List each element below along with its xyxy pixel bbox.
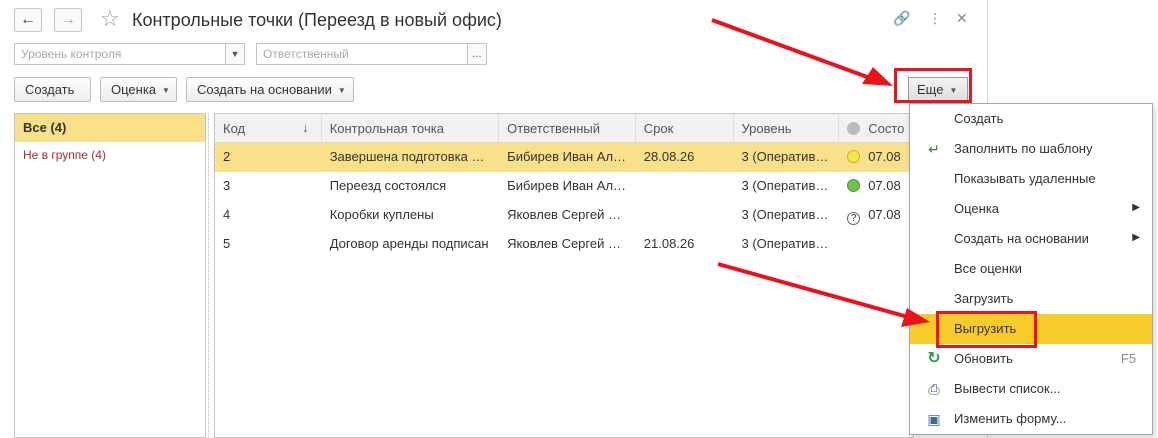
menu-item-label: Вывести список... — [954, 381, 1061, 396]
menu-item-label: Обновить — [954, 351, 1013, 366]
more-vert-icon[interactable]: ⋮ — [928, 10, 942, 27]
menu-item-create-based-on[interactable]: Создать на основании ▶ — [910, 224, 1152, 254]
printer-icon: ⎙ — [928, 381, 940, 397]
column-header-state[interactable]: Состо — [839, 114, 913, 143]
forward-button[interactable]: → — [54, 8, 82, 32]
caret-down-icon: ▼ — [337, 86, 346, 96]
level-filter-input[interactable]: Уровень контроля — [14, 43, 226, 65]
create-based-on-button[interactable]: Создать на основании ▼ — [186, 77, 354, 102]
cell-point: Договор аренды подписан — [329, 236, 489, 251]
menu-item-fill-template[interactable]: ↵ Заполнить по шаблону — [910, 134, 1152, 164]
column-label: Код — [223, 121, 246, 136]
column-header-point[interactable]: Контрольная точка — [322, 114, 500, 143]
submenu-arrow-icon: ▶ — [1132, 232, 1140, 243]
cell-state — [839, 230, 913, 259]
cell-deadline — [636, 172, 734, 201]
cell-responsible: Яковлев Сергей … — [507, 236, 621, 251]
status-yellow-icon — [847, 150, 861, 163]
state-date: 07.08 — [868, 207, 901, 222]
menu-item-create[interactable]: Создать — [910, 104, 1152, 134]
cell-code: 5 — [223, 236, 231, 251]
page-title: Контрольные точки (Переезд в новый офис) — [132, 10, 502, 30]
rating-button[interactable]: Оценка ▼ — [100, 77, 177, 102]
table-row[interactable]: 4 Коробки куплены Яковлев Сергей … 3 (Оп… — [215, 201, 913, 230]
column-header-code[interactable]: Код ↓ — [215, 114, 322, 143]
create-button[interactable]: Создать — [14, 77, 91, 102]
refresh-icon: ↻ — [927, 350, 941, 367]
cell-level: 3 (Оператив… — [741, 149, 829, 164]
menu-item-label: Заполнить по шаблону — [954, 141, 1093, 156]
sort-arrow-down-icon: ↓ — [302, 120, 309, 135]
menu-item-import[interactable]: Загрузить — [910, 284, 1152, 314]
column-header-responsible[interactable]: Ответственный — [499, 114, 636, 143]
caret-down-icon: ▼ — [162, 86, 170, 96]
menu-item-change-form[interactable]: ▣ Изменить форму... — [910, 404, 1152, 434]
table-header: Код ↓ Контрольная точка Ответственный Сро… — [215, 114, 913, 143]
column-header-level[interactable]: Уровень — [734, 114, 840, 143]
arrow-left-icon: ← — [20, 11, 36, 28]
table-row[interactable]: 5 Договор аренды подписан Яковлев Сергей… — [215, 230, 913, 259]
responsible-select-button[interactable]: ... — [467, 43, 487, 65]
cell-code: 3 — [223, 178, 231, 193]
cell-state: 07.08 — [839, 143, 913, 172]
back-button[interactable]: ← — [14, 8, 42, 32]
menu-item-label: Создать на основании — [954, 231, 1089, 246]
cell-deadline: 21.08.26 — [643, 236, 695, 251]
cell-deadline — [636, 201, 734, 230]
annotation-box-more — [894, 68, 972, 103]
menu-item-print-list[interactable]: ⎙ Вывести список... — [910, 374, 1152, 404]
cell-responsible: Бибирев Иван Ал… — [507, 178, 627, 193]
group-item-all[interactable]: Все (4) — [15, 114, 205, 142]
level-dropdown-button[interactable]: ▼ — [225, 43, 245, 65]
cell-level: 3 (Оператив… — [741, 178, 829, 193]
submenu-arrow-icon: ▶ — [1132, 202, 1140, 213]
rating-label: Оценка — [111, 82, 157, 97]
group-panel: Все (4) Не в группе (4) — [14, 113, 206, 438]
responsible-filter-input[interactable]: Ответственный — [256, 43, 468, 65]
menu-item-label: Изменить форму... — [954, 411, 1067, 426]
group-item-no-group[interactable]: Не в группе (4) — [15, 142, 205, 170]
menu-item-show-deleted[interactable]: Показывать удаленные — [910, 164, 1152, 194]
create-based-on-label: Создать на основании — [197, 82, 332, 97]
cell-level: 3 (Оператив… — [741, 236, 829, 251]
table-row[interactable]: 3 Переезд состоялся Бибирев Иван Ал… 3 (… — [215, 172, 913, 201]
cell-responsible: Яковлев Сергей … — [507, 207, 621, 222]
form-window: ← → ☆ Контрольные точки (Переезд в новый… — [0, 0, 988, 438]
menu-item-rating[interactable]: Оценка ▶ — [910, 194, 1152, 224]
arrow-right-icon: → — [60, 11, 76, 28]
link-icon[interactable]: 🔗 — [893, 10, 910, 27]
column-label: Состо — [868, 121, 905, 136]
cell-responsible: Бибирев Иван Ал… — [507, 149, 627, 164]
status-green-icon — [847, 179, 861, 192]
checkpoints-table: Код ↓ Контрольная точка Ответственный Сро… — [214, 113, 914, 438]
menu-item-refresh[interactable]: ↻ Обновить F5 — [910, 344, 1152, 374]
more-dropdown-menu: Создать ↵ Заполнить по шаблону Показывать… — [909, 103, 1153, 435]
state-header-dot-icon — [847, 122, 861, 135]
cell-point: Коробки куплены — [329, 207, 434, 222]
cell-point: Завершена подготовка … — [329, 149, 485, 164]
cell-state: ? 07.08 — [839, 201, 913, 230]
status-question-icon: ? — [847, 212, 861, 225]
cell-deadline: 28.08.26 — [643, 149, 695, 164]
cell-point: Переезд состоялся — [329, 178, 447, 193]
panel-splitter[interactable] — [208, 113, 212, 438]
table-row[interactable]: 2 Завершена подготовка … Бибирев Иван Ал… — [215, 143, 913, 172]
menu-item-label: Оценка — [954, 201, 1000, 216]
cell-code: 2 — [223, 149, 231, 164]
form-settings-icon: ▣ — [927, 411, 941, 427]
menu-item-all-ratings[interactable]: Все оценки — [910, 254, 1152, 284]
cell-state: 07.08 — [839, 172, 913, 201]
state-date: 07.08 — [868, 178, 901, 193]
close-icon[interactable]: ✕ — [956, 10, 968, 27]
chevron-down-icon: ▼ — [230, 49, 240, 59]
column-header-deadline[interactable]: Срок — [636, 114, 734, 143]
shortcut-label: F5 — [1120, 351, 1136, 366]
cell-level: 3 (Оператив… — [741, 207, 829, 222]
state-date: 07.08 — [868, 149, 901, 164]
fill-template-icon: ↵ — [928, 141, 940, 157]
favorite-star-icon[interactable]: ☆ — [100, 6, 120, 32]
annotation-box-export — [936, 311, 1037, 348]
cell-code: 4 — [223, 207, 231, 222]
